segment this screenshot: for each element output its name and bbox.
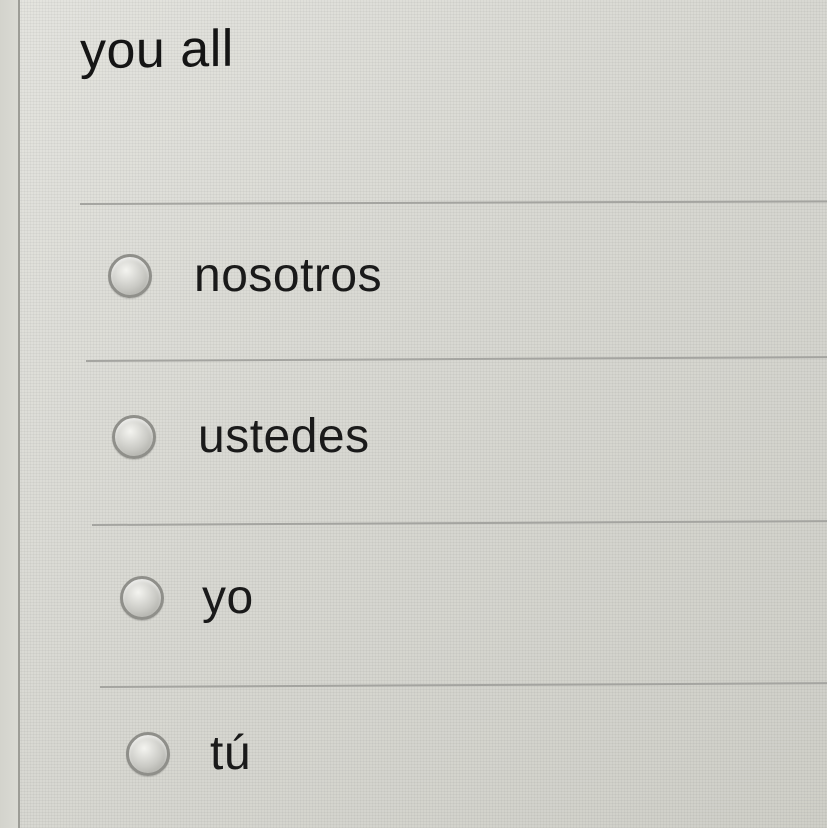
option-label: ustedes (198, 410, 370, 463)
option-label: nosotros (194, 249, 383, 302)
radio-button[interactable] (126, 732, 170, 776)
option-divider (85, 356, 827, 362)
question-prompt: you all (80, 19, 234, 81)
option-nosotros[interactable]: nosotros (108, 252, 382, 300)
option-divider (79, 200, 827, 205)
option-divider (99, 682, 827, 688)
option-divider (91, 520, 827, 526)
option-label: tú (210, 727, 252, 780)
radio-button[interactable] (108, 254, 152, 298)
option-label: yo (202, 571, 254, 624)
option-yo[interactable]: yo (120, 574, 254, 622)
question-card: you all nosotros ustedes yo tú (20, 0, 827, 828)
window-left-border (0, 0, 20, 828)
radio-button[interactable] (120, 576, 164, 620)
option-ustedes[interactable]: ustedes (112, 413, 370, 461)
radio-button[interactable] (112, 415, 156, 459)
option-tu[interactable]: tú (126, 730, 251, 778)
